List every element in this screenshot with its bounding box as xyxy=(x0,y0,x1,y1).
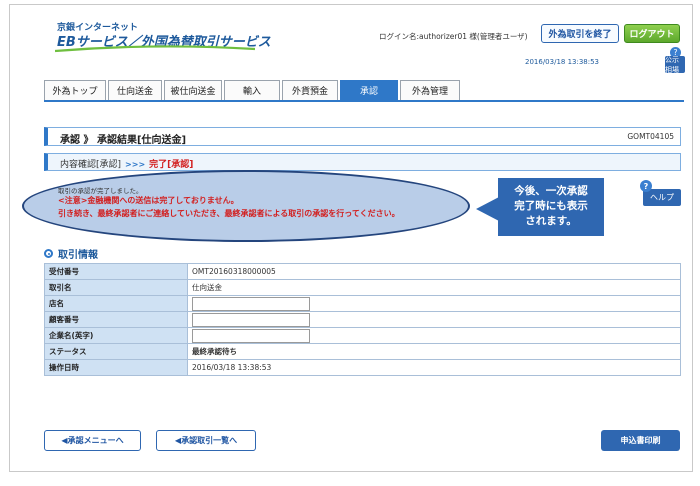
row-label: 操作日時 xyxy=(44,359,188,376)
highlight-ellipse xyxy=(22,170,470,242)
status-value: 最終承認待ち xyxy=(187,343,681,360)
row-value: 仕向送金 xyxy=(187,279,681,296)
row-label: 受付番号 xyxy=(44,263,188,280)
tab-approval[interactable]: 承認 xyxy=(340,80,398,100)
callout-note: 今後、一次承認 完了時にも表示 されます。 xyxy=(498,178,604,236)
tab-fx-deposit[interactable]: 外貨預金 xyxy=(282,80,338,100)
section-title: 取引情報 xyxy=(58,250,98,261)
table-row: 企業名(英字) xyxy=(44,327,681,344)
company-name-field xyxy=(192,328,310,343)
table-row: 受付番号 OMT20160318000005 xyxy=(44,263,681,280)
completion-message: 取引の承認が完了しました。 xyxy=(58,187,143,195)
callout-line-2: 完了時にも表示 xyxy=(514,200,588,212)
warning-message: <注意>金融機関への送信は完了しておりません。 xyxy=(58,196,239,205)
step-done: 内容確認[承認] xyxy=(60,160,122,170)
tab-underline xyxy=(44,100,684,102)
tab-inward-remittance[interactable]: 被仕向送金 xyxy=(164,80,222,100)
table-row: 取引名 仕向送金 xyxy=(44,279,681,296)
step-indicator: 内容確認[承認] >>> 完了[承認] xyxy=(44,153,681,171)
tab-import[interactable]: 輸入 xyxy=(224,80,280,100)
customer-number-field xyxy=(192,312,310,327)
table-row: ステータス 最終承認待ち xyxy=(44,343,681,360)
row-value: OMT20160318000005 xyxy=(187,263,681,280)
callout-line-3: されます。 xyxy=(525,215,577,227)
tab-outward-remittance[interactable]: 仕向送金 xyxy=(108,80,162,100)
callout-arrow-icon xyxy=(476,197,499,221)
screen-id: GOMT04105 xyxy=(627,132,674,141)
section-heading: 取引情報 xyxy=(44,246,98,261)
row-label: 取引名 xyxy=(44,279,188,296)
row-label: 顧客番号 xyxy=(44,311,188,328)
approval-list-button[interactable]: ◀承認取引一覧へ xyxy=(156,430,256,451)
row-label: ステータス xyxy=(44,343,188,360)
help-icon: ? xyxy=(640,180,652,192)
logout-button[interactable]: ログアウト xyxy=(624,24,680,43)
row-label: 店名 xyxy=(44,295,188,312)
end-fx-button[interactable]: 外為取引を終了 xyxy=(541,24,619,43)
rate-button[interactable]: 公示相場 xyxy=(665,56,685,74)
branch-value-cell xyxy=(187,295,681,312)
company-name-cell xyxy=(187,327,681,344)
tab-fx-admin[interactable]: 外為管理 xyxy=(400,80,460,100)
table-row: 顧客番号 xyxy=(44,311,681,328)
instruction-message: 引き続き、最終承認者にご連絡していただき、最終承認者による取引の承認を行ってくだ… xyxy=(58,209,400,218)
page-title-box: 承認 》 承認結果[仕向送金] GOMT04105 xyxy=(44,127,681,146)
step-arrow-icon: >>> xyxy=(125,160,146,169)
table-row: 店名 xyxy=(44,295,681,312)
approval-menu-button[interactable]: ◀承認メニューへ xyxy=(44,430,141,451)
callout-line-1: 今後、一次承認 xyxy=(514,185,588,197)
step-text: 内容確認[承認] >>> 完了[承認] xyxy=(60,157,193,170)
main-tabs: 外為トップ 仕向送金 被仕向送金 輸入 外貨預金 承認 外為管理 xyxy=(44,80,462,100)
brand-swoosh-icon xyxy=(55,45,255,53)
bullet-icon xyxy=(44,249,53,258)
table-row: 操作日時 2016/03/18 13:38:53 xyxy=(44,359,681,376)
print-application-button[interactable]: 申込書印刷 xyxy=(601,430,680,451)
customer-number-cell xyxy=(187,311,681,328)
transaction-info-table: 受付番号 OMT20160318000005 取引名 仕向送金 店名 顧客番号 … xyxy=(44,263,681,376)
page-frame xyxy=(9,4,693,472)
current-datetime: 2016/03/18 13:38:53 xyxy=(525,58,600,66)
row-label: 企業名(英字) xyxy=(44,327,188,344)
help-button[interactable]: ヘルプ xyxy=(643,189,681,206)
page-title: 承認 》 承認結果[仕向送金] xyxy=(60,135,187,146)
tab-fx-top[interactable]: 外為トップ xyxy=(44,80,106,100)
step-current: 完了[承認] xyxy=(149,160,194,170)
branch-field xyxy=(192,296,310,311)
row-value: 2016/03/18 13:38:53 xyxy=(187,359,681,376)
login-info: ログイン名:authorizer01 様(管理者ユーザ) xyxy=(379,32,528,41)
